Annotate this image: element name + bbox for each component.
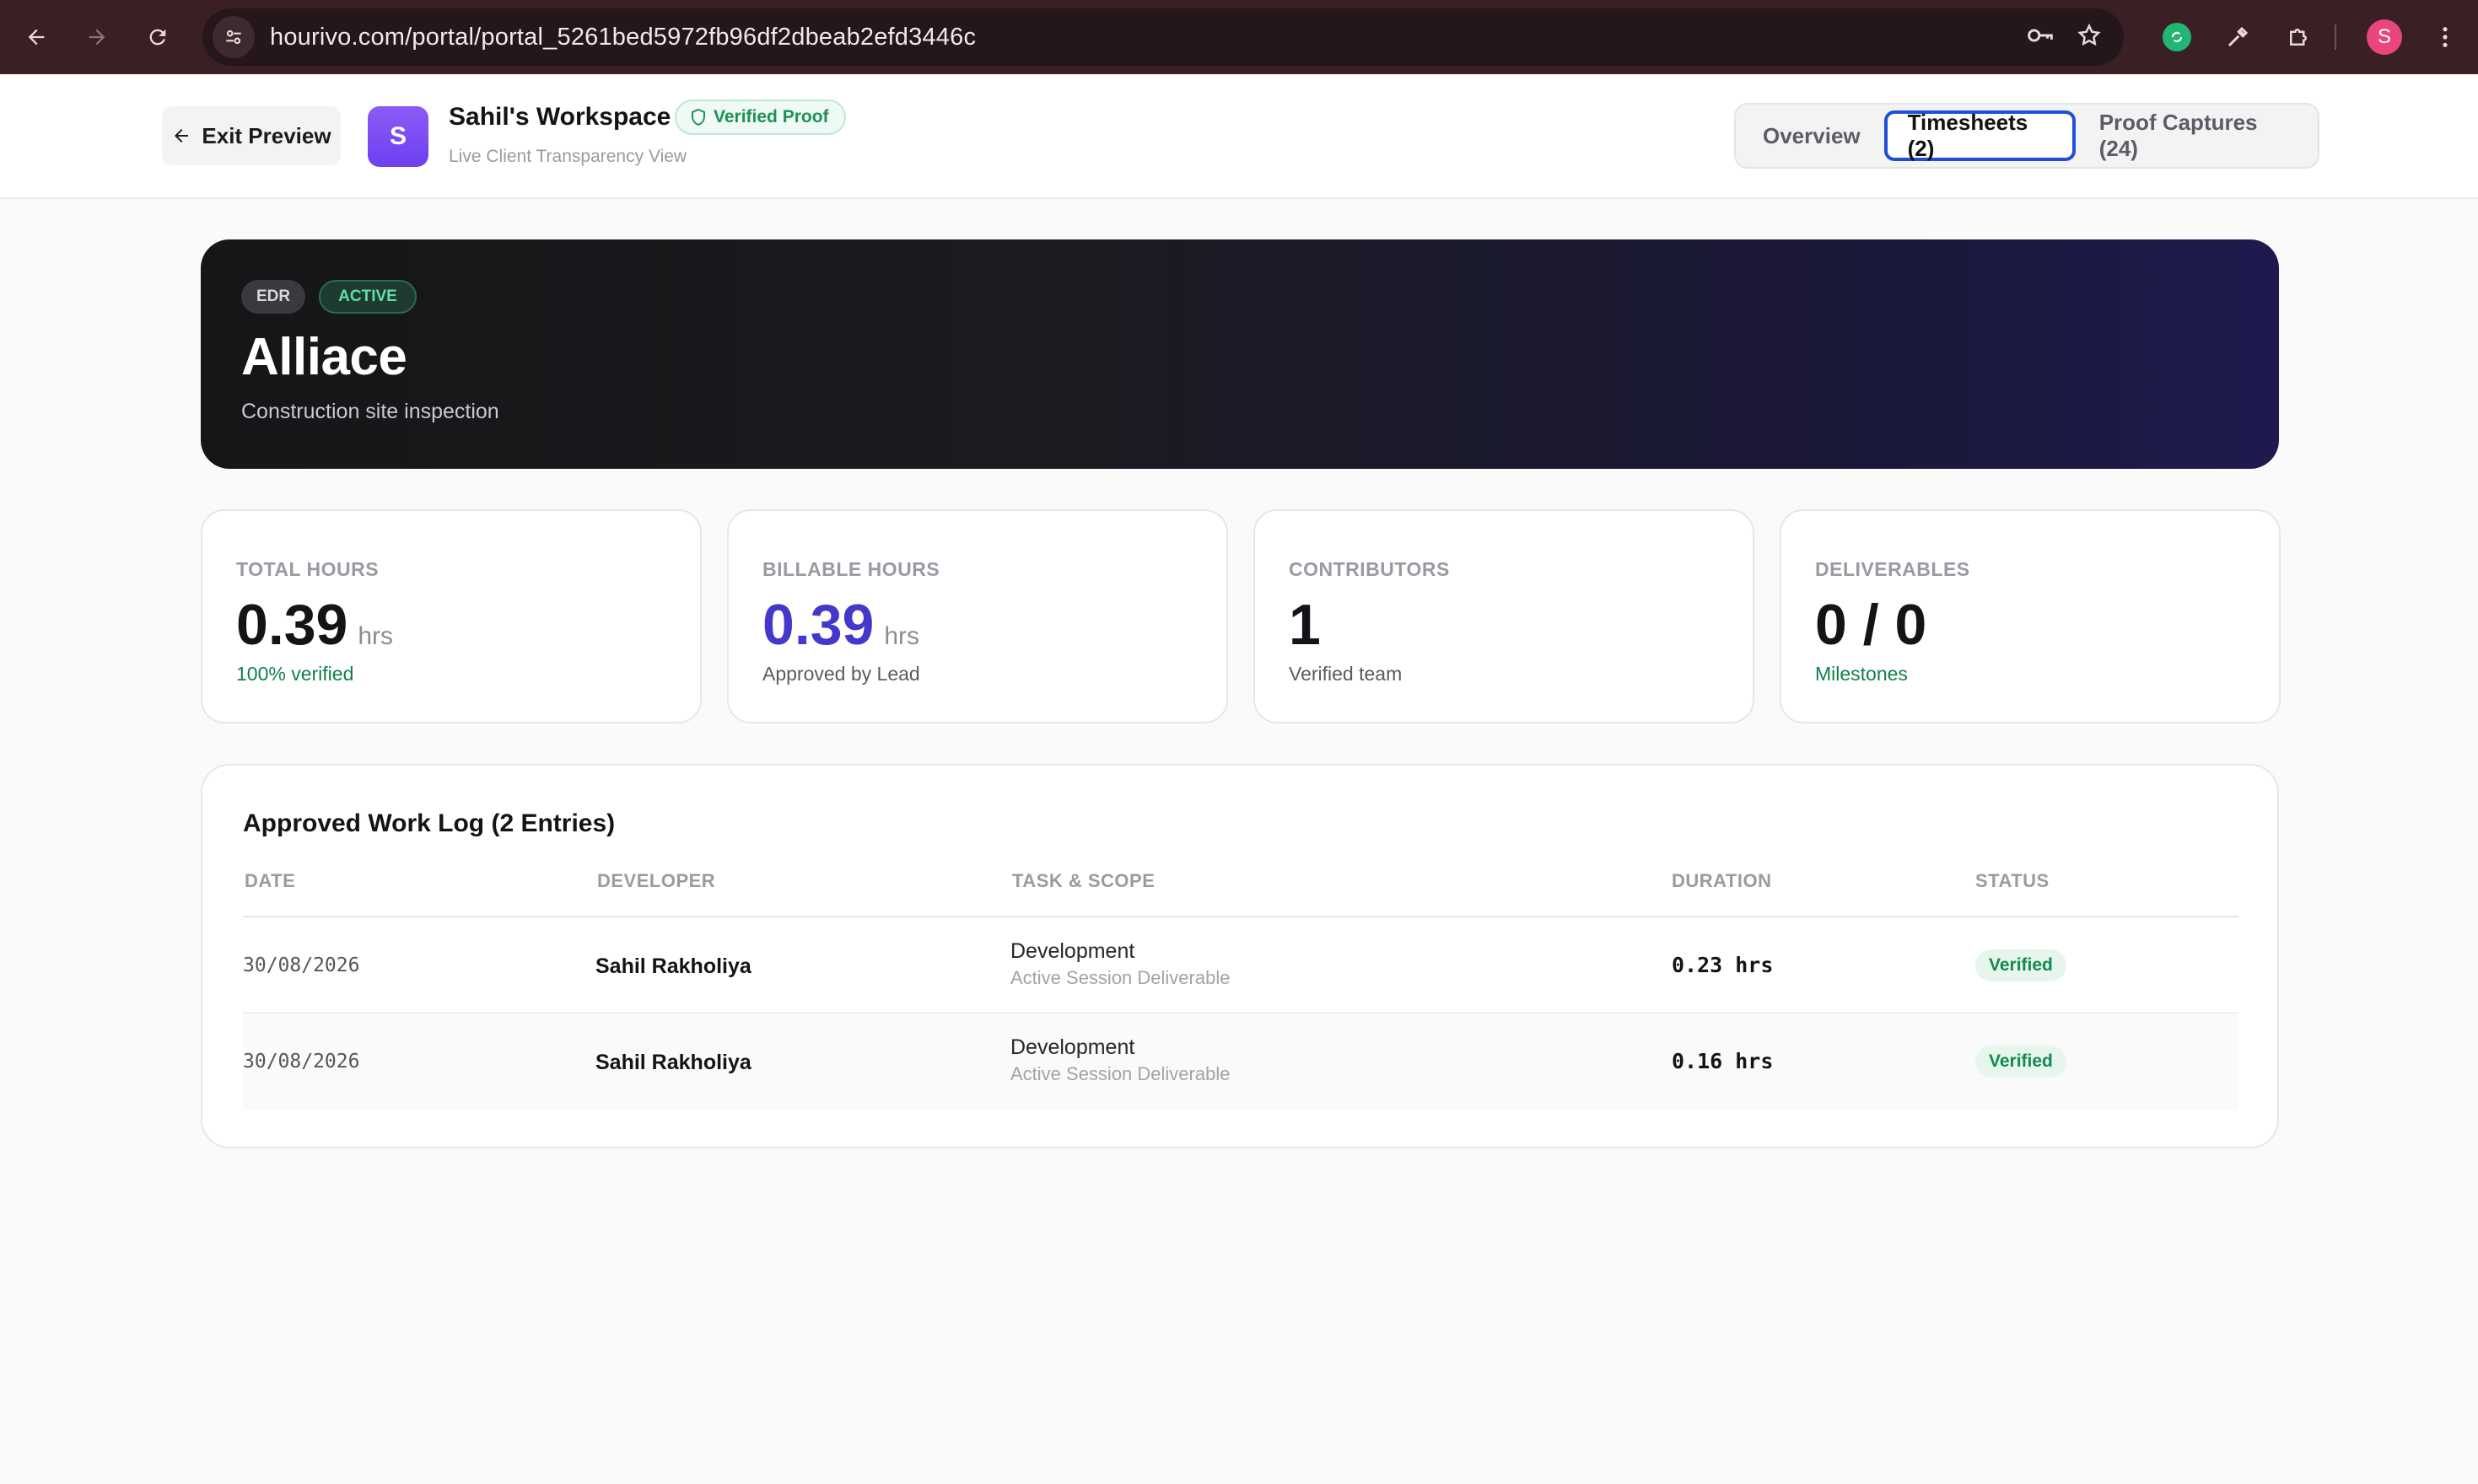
row-task-name: Development (1010, 1035, 1135, 1059)
column-header-duration: DURATION (1672, 870, 1772, 891)
column-header-date: DATE (245, 870, 296, 891)
verified-proof-label: Verified Proof (714, 107, 829, 126)
eyedropper-icon[interactable] (2213, 13, 2262, 62)
tab-timesheets[interactable]: Timesheets (2) (1883, 110, 2076, 161)
stat-card-deliverables: DELIVERABLES 0 / 0 Milestones (1780, 509, 2281, 723)
portal-tabs: Overview Timesheets (2) Proof Captures (… (1734, 103, 2319, 169)
stat-value: 0.39 hrs (236, 592, 393, 658)
status-badge: Verified (1975, 1046, 2066, 1078)
row-task: Development Active Session Deliverable (1010, 1035, 1230, 1085)
browser-toolbar: hourivo.com/portal/portal_5261bed5972fb9… (0, 0, 2478, 74)
back-arrow-icon[interactable] (12, 13, 61, 62)
stat-note: 100% verified (236, 663, 354, 685)
stat-number: 0.39 (762, 593, 875, 657)
row-duration: 0.16 hrs (1672, 1049, 1774, 1073)
row-task-name: Development (1010, 939, 1135, 963)
bookmark-star-icon[interactable] (2077, 23, 2102, 52)
row-date: 30/08/2026 (243, 954, 360, 976)
stat-number: 0 / 0 (1815, 593, 1927, 657)
portal-header: Exit Preview S Sahil's Workspace Verifie… (0, 74, 2478, 199)
row-task-scope: Active Session Deliverable (1010, 1063, 1231, 1084)
exit-preview-button[interactable]: Exit Preview (162, 106, 341, 165)
profile-initial: S (2367, 19, 2402, 55)
more-menu-icon[interactable] (2421, 13, 2470, 62)
table-row: 30/08/2026 Sahil Rakholiya Development A… (243, 917, 2238, 1014)
column-header-task: TASK & SCOPE (1012, 870, 1156, 891)
tab-overview[interactable]: Overview (1743, 110, 1881, 161)
extension-sync-icon[interactable] (2152, 13, 2201, 62)
key-icon[interactable] (2026, 23, 2055, 52)
stat-number: 1 (1289, 593, 1321, 657)
project-status-badge: ACTIVE (319, 280, 417, 314)
workspace-subtitle: Live Client Transparency View (449, 147, 687, 166)
row-duration: 0.23 hrs (1672, 953, 1774, 977)
exit-preview-label: Exit Preview (202, 122, 331, 148)
shield-icon (692, 108, 705, 126)
reload-icon[interactable] (133, 13, 182, 62)
stat-card-total-hours: TOTAL HOURS 0.39 hrs 100% verified (201, 509, 702, 723)
row-task-scope: Active Session Deliverable (1010, 967, 1231, 988)
column-header-status: STATUS (1975, 870, 2050, 891)
row-task: Development Active Session Deliverable (1010, 939, 1230, 989)
stat-label: DELIVERABLES (1815, 558, 1970, 580)
project-name: Alliace (241, 328, 407, 386)
stat-label: CONTRIBUTORS (1289, 558, 1450, 580)
stat-value: 0 / 0 (1815, 592, 1926, 658)
stat-card-billable-hours: BILLABLE HOURS 0.39 hrs Approved by Lead (727, 509, 1228, 723)
profile-avatar[interactable]: S (2360, 13, 2409, 62)
tab-proof-captures[interactable]: Proof Captures (24) (2079, 110, 2311, 161)
stat-unit: hrs (358, 622, 394, 650)
stat-value: 0.39 hrs (762, 592, 919, 658)
stat-note: Milestones (1815, 663, 1908, 685)
stat-label: TOTAL HOURS (236, 558, 380, 580)
work-log-title: Approved Work Log (2 Entries) (243, 809, 616, 837)
project-hero-card: EDR ACTIVE Alliace Construction site ins… (201, 239, 2279, 469)
stat-note: Verified team (1289, 663, 1403, 685)
toolbar-divider (2335, 24, 2336, 50)
arrow-left-icon (175, 129, 189, 142)
stat-unit: hrs (884, 622, 920, 650)
site-settings-icon[interactable] (213, 16, 255, 58)
project-description: Construction site inspection (241, 400, 499, 423)
workspace-title: Sahil's Workspace (449, 103, 671, 131)
status-badge: Verified (1975, 949, 2066, 981)
workspace-avatar: S (368, 106, 428, 167)
extensions-puzzle-icon[interactable] (2274, 13, 2323, 62)
table-row: 30/08/2026 Sahil Rakholiya Development A… (243, 1014, 2238, 1110)
stat-note: Approved by Lead (762, 663, 920, 685)
stat-label: BILLABLE HOURS (762, 558, 940, 580)
url-text[interactable]: hourivo.com/portal/portal_5261bed5972fb9… (270, 24, 976, 51)
project-code-badge: EDR (241, 280, 305, 314)
verified-proof-badge: Verified Proof (675, 99, 846, 135)
forward-arrow-icon[interactable] (73, 13, 121, 62)
row-date: 30/08/2026 (243, 1051, 360, 1073)
column-header-developer: DEVELOPER (597, 870, 716, 891)
stat-card-contributors: CONTRIBUTORS 1 Verified team (1253, 509, 1754, 723)
stat-number: 0.39 (236, 593, 348, 657)
address-bar[interactable]: hourivo.com/portal/portal_5261bed5972fb9… (202, 8, 2124, 66)
row-developer: Sahil Rakholiya (595, 954, 751, 978)
work-log-card: Approved Work Log (2 Entries) DATE DEVEL… (201, 764, 2279, 1148)
row-developer: Sahil Rakholiya (595, 1051, 751, 1074)
stat-value: 1 (1289, 592, 1321, 658)
